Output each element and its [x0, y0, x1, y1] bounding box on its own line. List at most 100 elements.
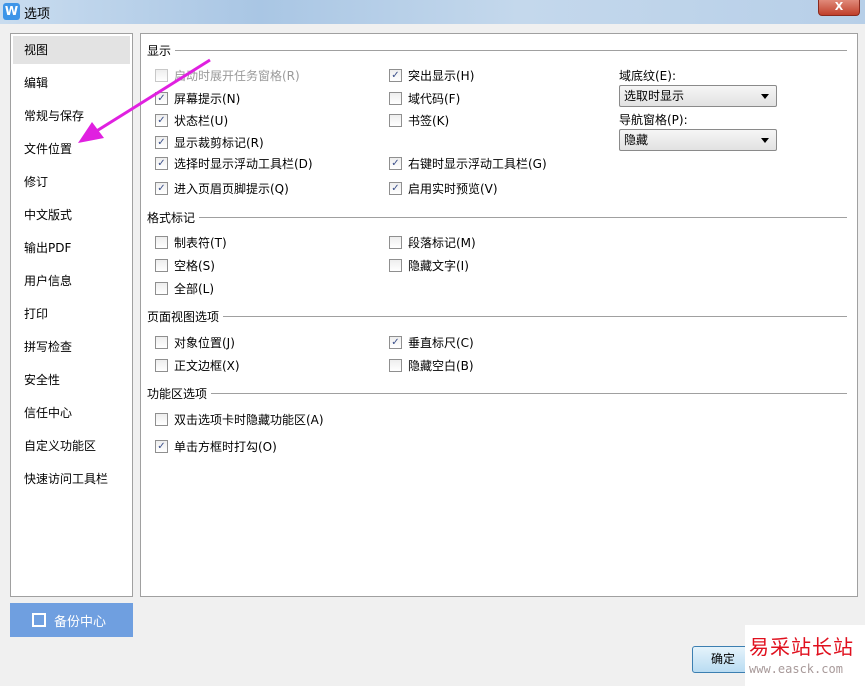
checkbox-option[interactable]: 空格(S) — [155, 257, 215, 274]
checkbox-checked-icon[interactable]: ✓ — [389, 157, 402, 170]
watermark-text: 易采站长站 — [749, 635, 854, 659]
checkbox-unchecked-icon[interactable] — [155, 259, 168, 272]
nav-item[interactable]: 输出PDF — [13, 234, 130, 262]
checkbox-option[interactable]: ✓ 屏幕提示(N) — [155, 90, 240, 107]
checkbox-unchecked-icon[interactable] — [155, 69, 168, 82]
checkbox-option[interactable]: ✓ 进入页眉页脚提示(Q) — [155, 180, 289, 197]
close-button[interactable]: X — [818, 0, 860, 16]
checkbox-unchecked-icon[interactable] — [155, 282, 168, 295]
section-display: 显示 — [147, 42, 847, 59]
title-bar: W 选项 X — [0, 0, 865, 24]
checkbox-unchecked-icon[interactable] — [389, 359, 402, 372]
checkbox-option[interactable]: ✓ 单击方框时打勾(O) — [155, 438, 277, 455]
checkbox-label: 状态栏(U) — [174, 114, 229, 128]
backup-center-button[interactable]: 备份中心 — [10, 603, 133, 637]
checkbox-unchecked-icon[interactable] — [155, 359, 168, 372]
checkbox-label: 右键时显示浮动工具栏(G) — [408, 157, 547, 171]
checkbox-checked-icon[interactable]: ✓ — [389, 336, 402, 349]
checkbox-unchecked-icon[interactable] — [389, 92, 402, 105]
checkbox-unchecked-icon[interactable] — [389, 236, 402, 249]
nav-pane-label: 导航窗格(P): — [619, 113, 688, 127]
checkbox-label: 制表符(T) — [174, 236, 227, 250]
checkbox-option[interactable]: 隐藏空白(B) — [389, 357, 474, 374]
checkbox-label: 突出显示(H) — [408, 69, 475, 83]
checkbox-label: 正文边框(X) — [174, 359, 240, 373]
checkbox-label: 选择时显示浮动工具栏(D) — [174, 157, 313, 171]
nav-item[interactable]: 用户信息 — [13, 267, 130, 295]
options-nav: 视图编辑常规与保存文件位置修订中文版式输出PDF 用户信息打印拼写检查安全性信任中… — [10, 33, 133, 597]
checkbox-option[interactable]: ✓ 显示裁剪标记(R) — [155, 134, 264, 151]
nav-item[interactable]: 快速访问工具栏 — [13, 465, 130, 493]
nav-item[interactable]: 常规与保存 — [13, 102, 130, 130]
checkbox-option[interactable]: ✓ 启用实时预览(V) — [389, 180, 498, 197]
section-format: 格式标记 — [147, 209, 847, 226]
checkbox-checked-icon[interactable]: ✓ — [155, 182, 168, 195]
checkbox-label: 空格(S) — [174, 259, 215, 273]
checkbox-unchecked-icon[interactable] — [155, 236, 168, 249]
checkbox-option[interactable]: 正文边框(X) — [155, 357, 240, 374]
checkbox-checked-icon[interactable]: ✓ — [155, 114, 168, 127]
selected-value: 选取时显示 — [624, 89, 685, 103]
checkbox-label: 隐藏文字(I) — [408, 259, 469, 273]
view-options-panel: 显示 域底纹(E): 选取时显示 导航窗格(P): 隐藏 格式标记 页面视图选项… — [140, 33, 858, 597]
checkbox-label: 域代码(F) — [408, 92, 461, 106]
section-page-view: 页面视图选项 — [147, 308, 847, 325]
checkbox-label: 进入页眉页脚提示(Q) — [174, 182, 289, 196]
checkbox-label: 段落标记(M) — [408, 236, 476, 250]
checkbox-option[interactable]: ✓ 状态栏(U) — [155, 112, 228, 129]
section-title: 功能区选项 — [147, 387, 208, 401]
checkbox-option[interactable]: 段落标记(M) — [389, 234, 476, 251]
selected-value: 隐藏 — [624, 133, 649, 147]
window-title: 选项 — [24, 7, 51, 22]
checkbox-checked-icon[interactable]: ✓ — [389, 69, 402, 82]
checkbox-label: 垂直标尺(C) — [408, 336, 474, 350]
checkbox-unchecked-icon[interactable] — [389, 114, 402, 127]
checkbox-label: 启用实时预览(V) — [408, 182, 498, 196]
checkbox-option[interactable]: 对象位置(J) — [155, 334, 235, 351]
app-icon: W — [3, 3, 20, 20]
checkbox-unchecked-icon[interactable] — [389, 259, 402, 272]
backup-icon — [32, 613, 46, 627]
checkbox-checked-icon[interactable]: ✓ — [155, 440, 168, 453]
field-shading-label: 域底纹(E): — [619, 69, 676, 83]
checkbox-unchecked-icon[interactable] — [155, 336, 168, 349]
checkbox-option[interactable]: ✓ 选择时显示浮动工具栏(D) — [155, 155, 313, 172]
nav-pane-select[interactable]: 隐藏 — [619, 129, 777, 151]
nav-item[interactable]: 打印 — [13, 300, 130, 328]
nav-item[interactable]: 文件位置 — [13, 135, 130, 163]
checkbox-label: 双击选项卡时隐藏功能区(A) — [174, 413, 324, 427]
checkbox-option[interactable]: 双击选项卡时隐藏功能区(A) — [155, 411, 324, 428]
nav-item[interactable]: 修订 — [13, 168, 130, 196]
checkbox-option[interactable]: 隐藏文字(I) — [389, 257, 469, 274]
checkbox-option[interactable]: 书签(K) — [389, 112, 449, 129]
nav-item[interactable]: 中文版式 — [13, 201, 130, 229]
checkbox-option[interactable]: ✓ 右键时显示浮动工具栏(G) — [389, 155, 547, 172]
checkbox-option[interactable]: 域代码(F) — [389, 90, 460, 107]
checkbox-option[interactable]: 全部(L) — [155, 280, 214, 297]
nav-item[interactable]: 自定义功能区 — [13, 432, 130, 460]
watermark: 易采站长站 www.easck.com — [745, 625, 865, 686]
checkbox-unchecked-icon[interactable] — [155, 413, 168, 426]
backup-label: 备份中心 — [54, 614, 107, 630]
checkbox-label: 单击方框时打勾(O) — [174, 440, 277, 454]
dropdown-arrow-icon — [761, 94, 769, 99]
nav-item[interactable]: 拼写检查 — [13, 333, 130, 361]
nav-item[interactable]: 编辑 — [13, 69, 130, 97]
checkbox-option[interactable]: 制表符(T) — [155, 234, 227, 251]
checkbox-option[interactable]: 启动时展开任务窗格(R) — [155, 67, 300, 84]
nav-item[interactable]: 安全性 — [13, 366, 130, 394]
checkbox-checked-icon[interactable]: ✓ — [155, 136, 168, 149]
checkbox-option[interactable]: ✓ 垂直标尺(C) — [389, 334, 474, 351]
checkbox-option[interactable]: ✓ 突出显示(H) — [389, 67, 474, 84]
section-ribbon: 功能区选项 — [147, 385, 847, 402]
checkbox-checked-icon[interactable]: ✓ — [155, 92, 168, 105]
nav-item[interactable]: 信任中心 — [13, 399, 130, 427]
dropdown-arrow-icon — [761, 138, 769, 143]
checkbox-checked-icon[interactable]: ✓ — [155, 157, 168, 170]
field-shading-select[interactable]: 选取时显示 — [619, 85, 777, 107]
nav-item[interactable]: 视图 — [13, 36, 130, 64]
checkbox-label: 对象位置(J) — [174, 336, 235, 350]
checkbox-label: 屏幕提示(N) — [174, 92, 241, 106]
checkbox-checked-icon[interactable]: ✓ — [389, 182, 402, 195]
checkbox-label: 显示裁剪标记(R) — [174, 136, 264, 150]
